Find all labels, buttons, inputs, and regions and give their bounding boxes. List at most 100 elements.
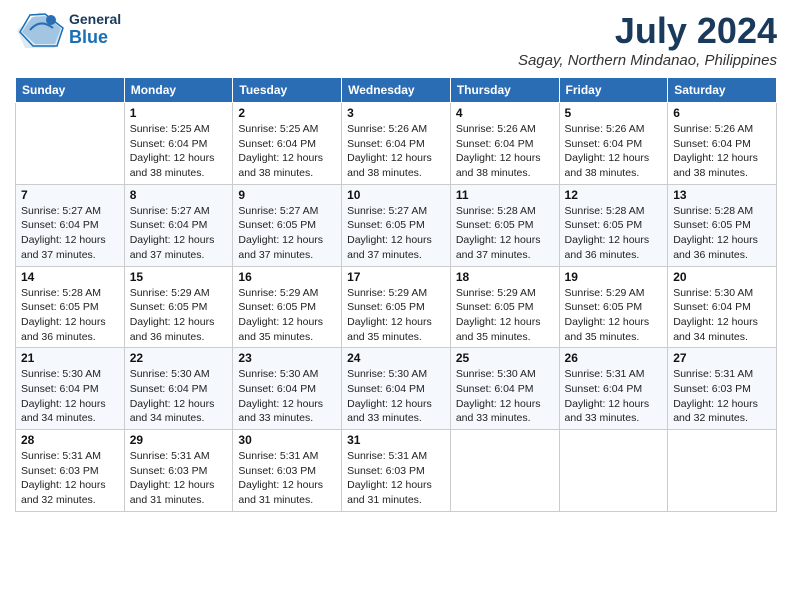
day-number: 8 [130, 188, 228, 202]
calendar-cell: 14Sunrise: 5:28 AMSunset: 6:05 PMDayligh… [16, 266, 125, 348]
page-title: July 2024 [518, 10, 777, 52]
calendar-cell: 3 Sunrise: 5:26 AMSunset: 6:04 PMDaylight… [342, 103, 451, 185]
calendar-cell: 22Sunrise: 5:30 AMSunset: 6:04 PMDayligh… [124, 348, 233, 430]
calendar-week-row: 7 Sunrise: 5:27 AMSunset: 6:04 PMDaylight… [16, 184, 777, 266]
logo-text: General Blue [69, 12, 121, 47]
day-info: Sunrise: 5:31 AMSunset: 6:04 PMDaylight:… [565, 367, 663, 426]
day-number: 13 [673, 188, 771, 202]
calendar-header-wednesday: Wednesday [342, 78, 451, 103]
day-info: Sunrise: 5:30 AMSunset: 6:04 PMDaylight:… [21, 367, 119, 426]
calendar-cell: 25 Sunrise: 5:30 AMSunset: 6:04 PMDayligh… [450, 348, 559, 430]
calendar-cell: 12 Sunrise: 5:28 AMSunset: 6:05 PMDayligh… [559, 184, 668, 266]
calendar-cell: 2 Sunrise: 5:25 AMSunset: 6:04 PMDaylight… [233, 103, 342, 185]
page-subtitle: Sagay, Northern Mindanao, Philippines [518, 52, 777, 69]
day-number: 10 [347, 188, 445, 202]
calendar-cell [450, 430, 559, 512]
day-info: Sunrise: 5:27 AMSunset: 6:05 PMDaylight:… [347, 204, 445, 263]
calendar-cell: 10 Sunrise: 5:27 AMSunset: 6:05 PMDayligh… [342, 184, 451, 266]
day-info: Sunrise: 5:27 AMSunset: 6:04 PMDaylight:… [130, 204, 228, 263]
calendar-cell: 17Sunrise: 5:29 AMSunset: 6:05 PMDayligh… [342, 266, 451, 348]
calendar-week-row: 28 Sunrise: 5:31 AMSunset: 6:03 PMDayligh… [16, 430, 777, 512]
day-number: 24 [347, 351, 445, 365]
calendar-cell: 8 Sunrise: 5:27 AMSunset: 6:04 PMDaylight… [124, 184, 233, 266]
day-number: 2 [238, 106, 336, 120]
day-info: Sunrise: 5:31 AMSunset: 6:03 PMDaylight:… [130, 449, 228, 508]
day-number: 17 [347, 270, 445, 284]
day-info: Sunrise: 5:28 AMSunset: 6:05 PMDaylight:… [456, 204, 554, 263]
calendar-cell: 21 Sunrise: 5:30 AMSunset: 6:04 PMDayligh… [16, 348, 125, 430]
calendar-cell: 26Sunrise: 5:31 AMSunset: 6:04 PMDayligh… [559, 348, 668, 430]
day-number: 29 [130, 433, 228, 447]
day-info: Sunrise: 5:28 AMSunset: 6:05 PMDaylight:… [21, 286, 119, 345]
day-number: 9 [238, 188, 336, 202]
logo-blue-text: Blue [69, 28, 121, 48]
day-number: 20 [673, 270, 771, 284]
day-number: 25 [456, 351, 554, 365]
day-number: 27 [673, 351, 771, 365]
day-info: Sunrise: 5:31 AMSunset: 6:03 PMDaylight:… [673, 367, 771, 426]
logo-icon [15, 10, 65, 50]
calendar-cell: 6Sunrise: 5:26 AMSunset: 6:04 PMDaylight… [668, 103, 777, 185]
calendar-cell: 15 Sunrise: 5:29 AMSunset: 6:05 PMDayligh… [124, 266, 233, 348]
day-number: 4 [456, 106, 554, 120]
day-info: Sunrise: 5:30 AMSunset: 6:04 PMDaylight:… [456, 367, 554, 426]
day-info: Sunrise: 5:26 AMSunset: 6:04 PMDaylight:… [347, 122, 445, 181]
calendar-header-monday: Monday [124, 78, 233, 103]
day-number: 30 [238, 433, 336, 447]
day-info: Sunrise: 5:25 AMSunset: 6:04 PMDaylight:… [130, 122, 228, 181]
day-info: Sunrise: 5:29 AMSunset: 6:05 PMDaylight:… [456, 286, 554, 345]
calendar-week-row: 21 Sunrise: 5:30 AMSunset: 6:04 PMDayligh… [16, 348, 777, 430]
day-info: Sunrise: 5:31 AMSunset: 6:03 PMDaylight:… [238, 449, 336, 508]
calendar-header-saturday: Saturday [668, 78, 777, 103]
day-info: Sunrise: 5:26 AMSunset: 6:04 PMDaylight:… [673, 122, 771, 181]
calendar-header-tuesday: Tuesday [233, 78, 342, 103]
day-info: Sunrise: 5:30 AMSunset: 6:04 PMDaylight:… [130, 367, 228, 426]
day-number: 16 [238, 270, 336, 284]
calendar-cell: 29 Sunrise: 5:31 AMSunset: 6:03 PMDayligh… [124, 430, 233, 512]
day-info: Sunrise: 5:25 AMSunset: 6:04 PMDaylight:… [238, 122, 336, 181]
day-number: 15 [130, 270, 228, 284]
title-area: July 2024 Sagay, Northern Mindanao, Phil… [518, 10, 777, 69]
day-info: Sunrise: 5:30 AMSunset: 6:04 PMDaylight:… [673, 286, 771, 345]
calendar-week-row: 14Sunrise: 5:28 AMSunset: 6:05 PMDayligh… [16, 266, 777, 348]
day-number: 21 [21, 351, 119, 365]
calendar-cell: 31Sunrise: 5:31 AMSunset: 6:03 PMDayligh… [342, 430, 451, 512]
logo-general-text: General [69, 12, 121, 27]
page-header: General Blue July 2024 Sagay, Northern M… [15, 10, 777, 69]
calendar-cell: 11 Sunrise: 5:28 AMSunset: 6:05 PMDayligh… [450, 184, 559, 266]
day-info: Sunrise: 5:26 AMSunset: 6:04 PMDaylight:… [565, 122, 663, 181]
day-info: Sunrise: 5:27 AMSunset: 6:04 PMDaylight:… [21, 204, 119, 263]
day-info: Sunrise: 5:27 AMSunset: 6:05 PMDaylight:… [238, 204, 336, 263]
calendar-header-thursday: Thursday [450, 78, 559, 103]
day-info: Sunrise: 5:28 AMSunset: 6:05 PMDaylight:… [673, 204, 771, 263]
calendar-cell: 19Sunrise: 5:29 AMSunset: 6:05 PMDayligh… [559, 266, 668, 348]
calendar-header-sunday: Sunday [16, 78, 125, 103]
day-number: 18 [456, 270, 554, 284]
calendar-cell [559, 430, 668, 512]
day-info: Sunrise: 5:29 AMSunset: 6:05 PMDaylight:… [130, 286, 228, 345]
day-info: Sunrise: 5:30 AMSunset: 6:04 PMDaylight:… [347, 367, 445, 426]
day-info: Sunrise: 5:26 AMSunset: 6:04 PMDaylight:… [456, 122, 554, 181]
calendar-cell: 28Sunrise: 5:31 AMSunset: 6:03 PMDayligh… [16, 430, 125, 512]
calendar-cell: 23Sunrise: 5:30 AMSunset: 6:04 PMDayligh… [233, 348, 342, 430]
calendar-header-friday: Friday [559, 78, 668, 103]
calendar-cell: 18 Sunrise: 5:29 AMSunset: 6:05 PMDayligh… [450, 266, 559, 348]
day-number: 7 [21, 188, 119, 202]
calendar-cell: 9 Sunrise: 5:27 AMSunset: 6:05 PMDaylight… [233, 184, 342, 266]
day-info: Sunrise: 5:28 AMSunset: 6:05 PMDaylight:… [565, 204, 663, 263]
day-number: 5 [565, 106, 663, 120]
day-number: 12 [565, 188, 663, 202]
day-number: 28 [21, 433, 119, 447]
day-number: 3 [347, 106, 445, 120]
calendar-cell: 30 Sunrise: 5:31 AMSunset: 6:03 PMDayligh… [233, 430, 342, 512]
calendar-cell: 7 Sunrise: 5:27 AMSunset: 6:04 PMDaylight… [16, 184, 125, 266]
calendar-cell [668, 430, 777, 512]
calendar-cell: 13 Sunrise: 5:28 AMSunset: 6:05 PMDayligh… [668, 184, 777, 266]
calendar-week-row: 1 Sunrise: 5:25 AMSunset: 6:04 PMDaylight… [16, 103, 777, 185]
day-number: 11 [456, 188, 554, 202]
day-info: Sunrise: 5:30 AMSunset: 6:04 PMDaylight:… [238, 367, 336, 426]
calendar-table: SundayMondayTuesdayWednesdayThursdayFrid… [15, 77, 777, 512]
calendar-cell [16, 103, 125, 185]
day-number: 1 [130, 106, 228, 120]
day-number: 19 [565, 270, 663, 284]
